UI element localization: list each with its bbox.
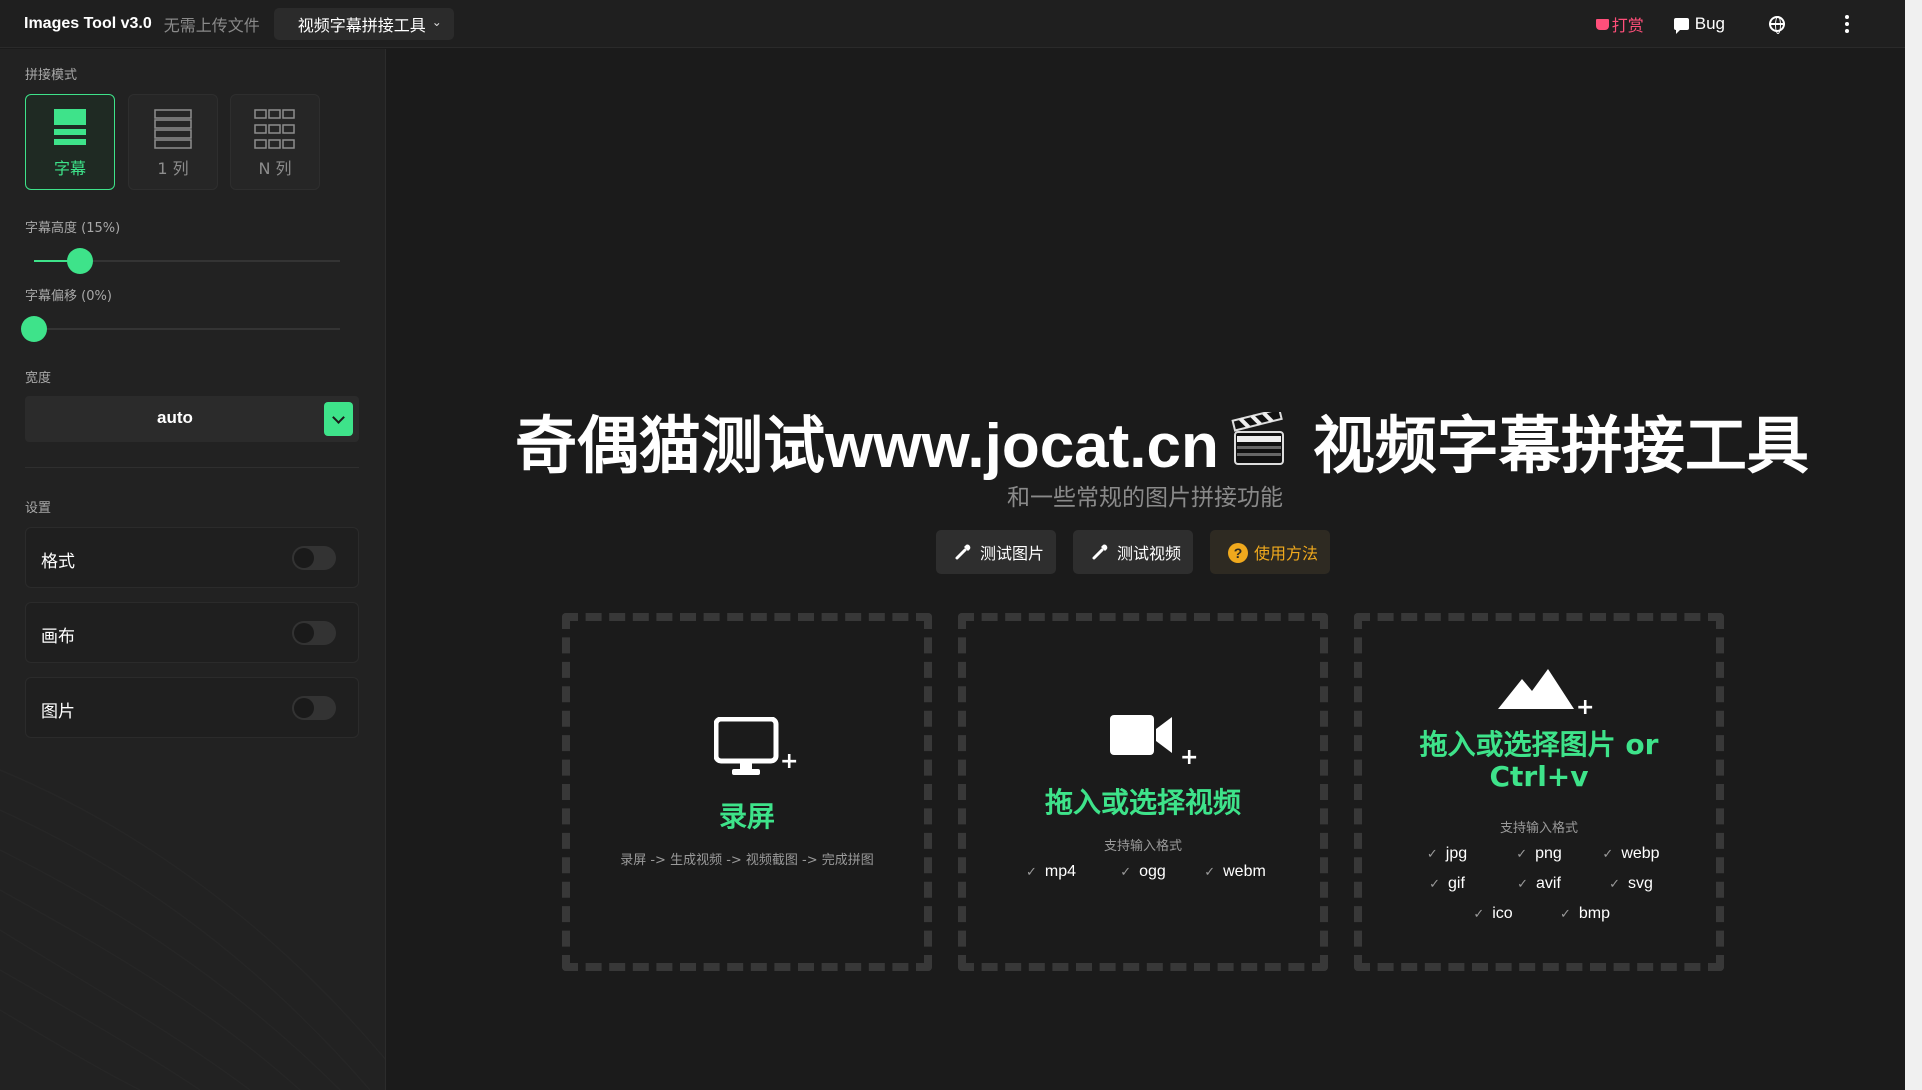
format-item: ✓ gif bbox=[1429, 875, 1465, 892]
format-item: ✓ png bbox=[1516, 845, 1562, 862]
question-icon: ? bbox=[1228, 543, 1249, 563]
format-item: ✓ webm bbox=[1204, 863, 1266, 880]
language-globe-icon[interactable] bbox=[1769, 16, 1785, 34]
eyedropper-icon bbox=[955, 544, 971, 560]
donate-link[interactable]: 打赏 bbox=[1595, 12, 1644, 36]
image-title-line1: 拖入或选择图片 or bbox=[1419, 728, 1659, 761]
video-drop-card[interactable]: + 拖入或选择视频 支持输入格式 ✓ mp4 ✓ ogg ✓ webm bbox=[958, 613, 1328, 971]
tool-mode-select[interactable]: 视频字幕拼接工具 ⌄ bbox=[273, 7, 454, 40]
divider bbox=[25, 467, 359, 468]
mode-tile-label: N 列 bbox=[258, 159, 292, 178]
sidebar: 拼接模式 字幕 1 列 N 列 字幕高度 (15%) 字幕偏移 (0%) 宽度 … bbox=[0, 49, 386, 1090]
format-item: ✓ mp4 bbox=[1025, 863, 1077, 880]
page-title-left: 奇偶猫测试www.jocat.cn bbox=[515, 412, 1219, 481]
decorative-waves bbox=[0, 769, 385, 1090]
subtitle-height-knob[interactable] bbox=[67, 248, 93, 274]
format-item: ✓ avif bbox=[1517, 875, 1561, 892]
format-item: ✓ ico bbox=[1473, 905, 1513, 922]
usage-help-button[interactable]: ? 使用方法 bbox=[1210, 530, 1331, 574]
format-item: ✓ ogg bbox=[1120, 863, 1166, 880]
image-toggle[interactable] bbox=[292, 696, 336, 720]
app-brand: Images Tool v3.0 bbox=[24, 14, 152, 32]
mode-tile-one-column[interactable]: 1 列 bbox=[128, 94, 218, 190]
plus-icon: + bbox=[780, 749, 799, 774]
video-hint: 支持输入格式 bbox=[1103, 839, 1182, 854]
mode-tile-n-columns[interactable]: N 列 bbox=[230, 94, 320, 190]
top-bar: Images Tool v3.0 无需上传文件 视频字幕拼接工具 ⌄ 打赏 Bu… bbox=[0, 0, 1905, 48]
image-format-list: ✓ jpg ✓ png ✓ webp ✓ gif ✓ avif ✓ svg ✓ ico ✓ bm… bbox=[1362, 845, 1716, 935]
usage-help-label: 使用方法 bbox=[1254, 544, 1319, 563]
video-camera-icon bbox=[1110, 715, 1172, 755]
more-menu-icon[interactable] bbox=[1845, 15, 1849, 33]
setting-row-canvas[interactable]: 画布 bbox=[25, 602, 359, 663]
record-hint: 录屏 -> 生成视频 -> 视频截图 -> 完成拼图 bbox=[620, 853, 874, 868]
mode-tile-label: 字幕 bbox=[53, 159, 86, 178]
setting-label: 格式 bbox=[41, 552, 75, 572]
setting-row-image[interactable]: 图片 bbox=[25, 677, 359, 738]
bug-label: Bug bbox=[1694, 14, 1725, 33]
video-format-list: ✓ mp4 ✓ ogg ✓ webm bbox=[966, 863, 1320, 893]
canvas-toggle[interactable] bbox=[292, 621, 336, 645]
subtitle-offset-slider[interactable] bbox=[34, 328, 340, 330]
brand-subtitle: 无需上传文件 bbox=[163, 15, 260, 35]
plus-icon: + bbox=[1576, 695, 1595, 720]
format-toggle[interactable] bbox=[292, 546, 336, 570]
test-image-label: 测试图片 bbox=[980, 544, 1045, 563]
test-video-button[interactable]: 测试视频 bbox=[1073, 530, 1194, 574]
width-select[interactable]: auto bbox=[25, 396, 359, 442]
svg-text:?: ? bbox=[1234, 545, 1243, 561]
image-title: 拖入或选择图片 or Ctrl+v bbox=[1362, 729, 1716, 793]
format-item: ✓ svg bbox=[1609, 875, 1653, 892]
clapperboard-icon bbox=[1231, 412, 1284, 465]
grid-layout-icon bbox=[254, 109, 295, 149]
record-screen-card[interactable]: + 录屏 录屏 -> 生成视频 -> 视频截图 -> 完成拼图 bbox=[562, 613, 932, 971]
comment-icon bbox=[1673, 18, 1689, 34]
test-video-label: 测试视频 bbox=[1117, 544, 1182, 563]
page-subtitle: 和一些常规的图片拼接功能 bbox=[1007, 485, 1283, 511]
subtitle-height-label: 字幕高度 (15%) bbox=[25, 221, 121, 236]
chevron-down-icon: ⌄ bbox=[431, 14, 442, 29]
page-title: 奇偶猫测试www.jocat.cn 视频字幕拼接工具 bbox=[515, 395, 1815, 485]
width-select-value: auto bbox=[157, 408, 193, 427]
page-title-right: 视频字幕拼接工具 bbox=[1312, 412, 1809, 481]
coffee-cup-icon bbox=[1595, 18, 1609, 30]
video-title: 拖入或选择视频 bbox=[1044, 786, 1241, 819]
plus-icon: + bbox=[1180, 745, 1199, 770]
format-item: ✓ webp bbox=[1602, 845, 1660, 862]
mode-tile-subtitle[interactable]: 字幕 bbox=[25, 94, 115, 190]
format-item: ✓ bmp bbox=[1559, 905, 1611, 922]
page-scrollbar[interactable] bbox=[1905, 0, 1922, 1090]
subtitle-offset-label: 字幕偏移 (0%) bbox=[25, 289, 112, 304]
mode-section-label: 拼接模式 bbox=[25, 68, 78, 83]
width-label: 宽度 bbox=[25, 371, 52, 386]
setting-label: 图片 bbox=[41, 702, 75, 722]
mode-tile-label: 1 列 bbox=[157, 159, 189, 178]
eyedropper-icon bbox=[1092, 544, 1108, 560]
image-hint: 支持输入格式 bbox=[1499, 821, 1578, 836]
format-item: ✓ jpg bbox=[1426, 845, 1468, 862]
mountains-icon bbox=[1498, 669, 1574, 709]
image-title-line2: Ctrl+v bbox=[1489, 760, 1589, 793]
monitor-icon bbox=[714, 717, 779, 775]
subtitle-offset-knob[interactable] bbox=[21, 316, 47, 342]
image-drop-card[interactable]: + 拖入或选择图片 or Ctrl+v 支持输入格式 ✓ jpg ✓ png ✓ we… bbox=[1354, 613, 1724, 971]
record-title: 录屏 bbox=[718, 800, 775, 833]
setting-label: 画布 bbox=[41, 627, 75, 647]
setting-row-format[interactable]: 格式 bbox=[25, 527, 359, 588]
chevron-down-icon[interactable] bbox=[324, 402, 353, 436]
bug-report-link[interactable]: Bug bbox=[1673, 14, 1725, 34]
subtitle-layout-icon bbox=[54, 109, 86, 145]
tool-mode-select-label: 视频字幕拼接工具 bbox=[297, 15, 426, 35]
donate-label: 打赏 bbox=[1611, 16, 1644, 35]
test-image-button[interactable]: 测试图片 bbox=[936, 530, 1057, 574]
rows-layout-icon bbox=[154, 109, 192, 149]
